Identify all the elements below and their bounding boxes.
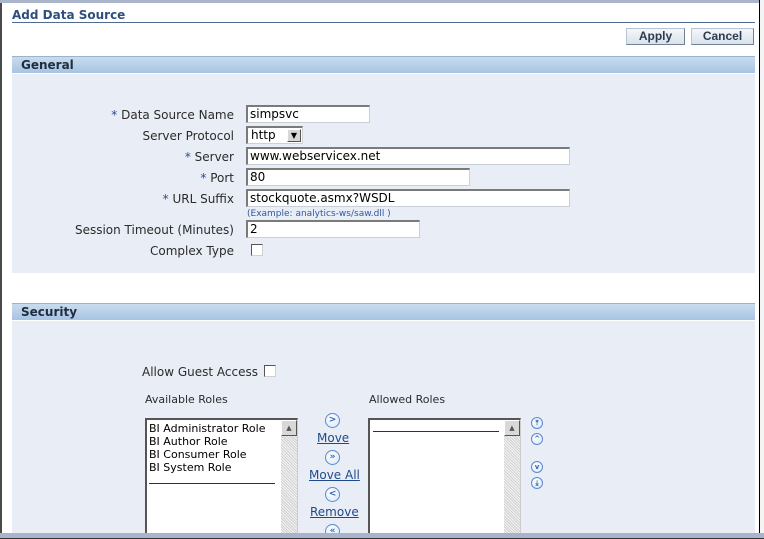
move-up-icon[interactable]: ^ (531, 433, 543, 445)
url-suffix-hint: (Example: analytics-ws/saw.dll ) (247, 209, 391, 219)
server-input[interactable]: www.webservicex.net (246, 147, 570, 165)
list-item[interactable]: BI Administrator Role (149, 422, 265, 435)
port-input[interactable]: 80 (246, 168, 470, 186)
list-separator (373, 431, 499, 432)
available-roles-items: BI Administrator Role BI Author Role BI … (149, 422, 265, 474)
move-down-icon[interactable]: v (531, 461, 543, 473)
apply-button[interactable]: Apply (626, 28, 685, 45)
available-roles-scrollbar[interactable]: ▲ (281, 420, 297, 533)
move-to-top-icon[interactable]: ⤒ (531, 417, 543, 429)
title-divider (12, 22, 755, 23)
allow-guest-access-label: Allow Guest Access (142, 365, 258, 379)
required-marker: * (111, 108, 118, 122)
server-protocol-label: Server Protocol (142, 129, 234, 143)
session-timeout-input[interactable]: 2 (246, 220, 420, 238)
window-top-border (0, 0, 764, 3)
server-protocol-select[interactable]: http ▼ (246, 126, 303, 144)
url-suffix-label: * URL Suffix (162, 192, 234, 206)
allow-guest-access-checkbox[interactable] (264, 365, 276, 377)
move-all-link[interactable]: Move All (309, 468, 360, 482)
window-bottom-border (0, 533, 764, 539)
server-label: * Server (184, 150, 234, 164)
remove-link[interactable]: Remove (310, 505, 359, 519)
page-scrollbar[interactable] (759, 0, 764, 539)
available-roles-label: Available Roles (145, 393, 228, 406)
remove-icon[interactable]: < (325, 487, 340, 502)
chevron-down-icon[interactable]: ▼ (287, 129, 301, 142)
list-separator (149, 483, 275, 484)
list-item[interactable]: BI Author Role (149, 435, 265, 448)
scroll-up-icon[interactable]: ▲ (504, 420, 520, 436)
general-section-header: General (12, 56, 755, 73)
session-timeout-label: Session Timeout (Minutes) (74, 223, 234, 237)
list-item[interactable]: BI Consumer Role (149, 448, 265, 461)
move-to-bottom-icon[interactable]: ⤓ (531, 477, 543, 489)
list-item[interactable]: BI System Role (149, 461, 265, 474)
move-link[interactable]: Move (317, 431, 349, 445)
allowed-roles-label: Allowed Roles (369, 393, 446, 406)
scroll-up-icon[interactable]: ▲ (281, 420, 297, 436)
complex-type-checkbox[interactable] (251, 244, 263, 256)
data-source-name-input[interactable]: simpsvc (246, 105, 370, 123)
port-label: * Port (200, 171, 234, 185)
url-suffix-input[interactable]: stockquote.asmx?WSDL (246, 189, 570, 207)
allowed-roles-list[interactable]: ▲ (368, 418, 521, 533)
allowed-roles-scrollbar[interactable]: ▲ (504, 420, 520, 533)
complex-type-label: Complex Type (149, 244, 234, 258)
move-icon[interactable]: > (325, 413, 340, 428)
available-roles-list[interactable]: BI Administrator Role BI Author Role BI … (145, 418, 298, 533)
cancel-button[interactable]: Cancel (691, 28, 754, 45)
data-source-name-label: * Data Source Name (111, 108, 234, 122)
move-all-icon[interactable]: » (325, 450, 340, 465)
security-section-header: Security (12, 303, 755, 320)
page-title: Add Data Source (12, 8, 126, 22)
